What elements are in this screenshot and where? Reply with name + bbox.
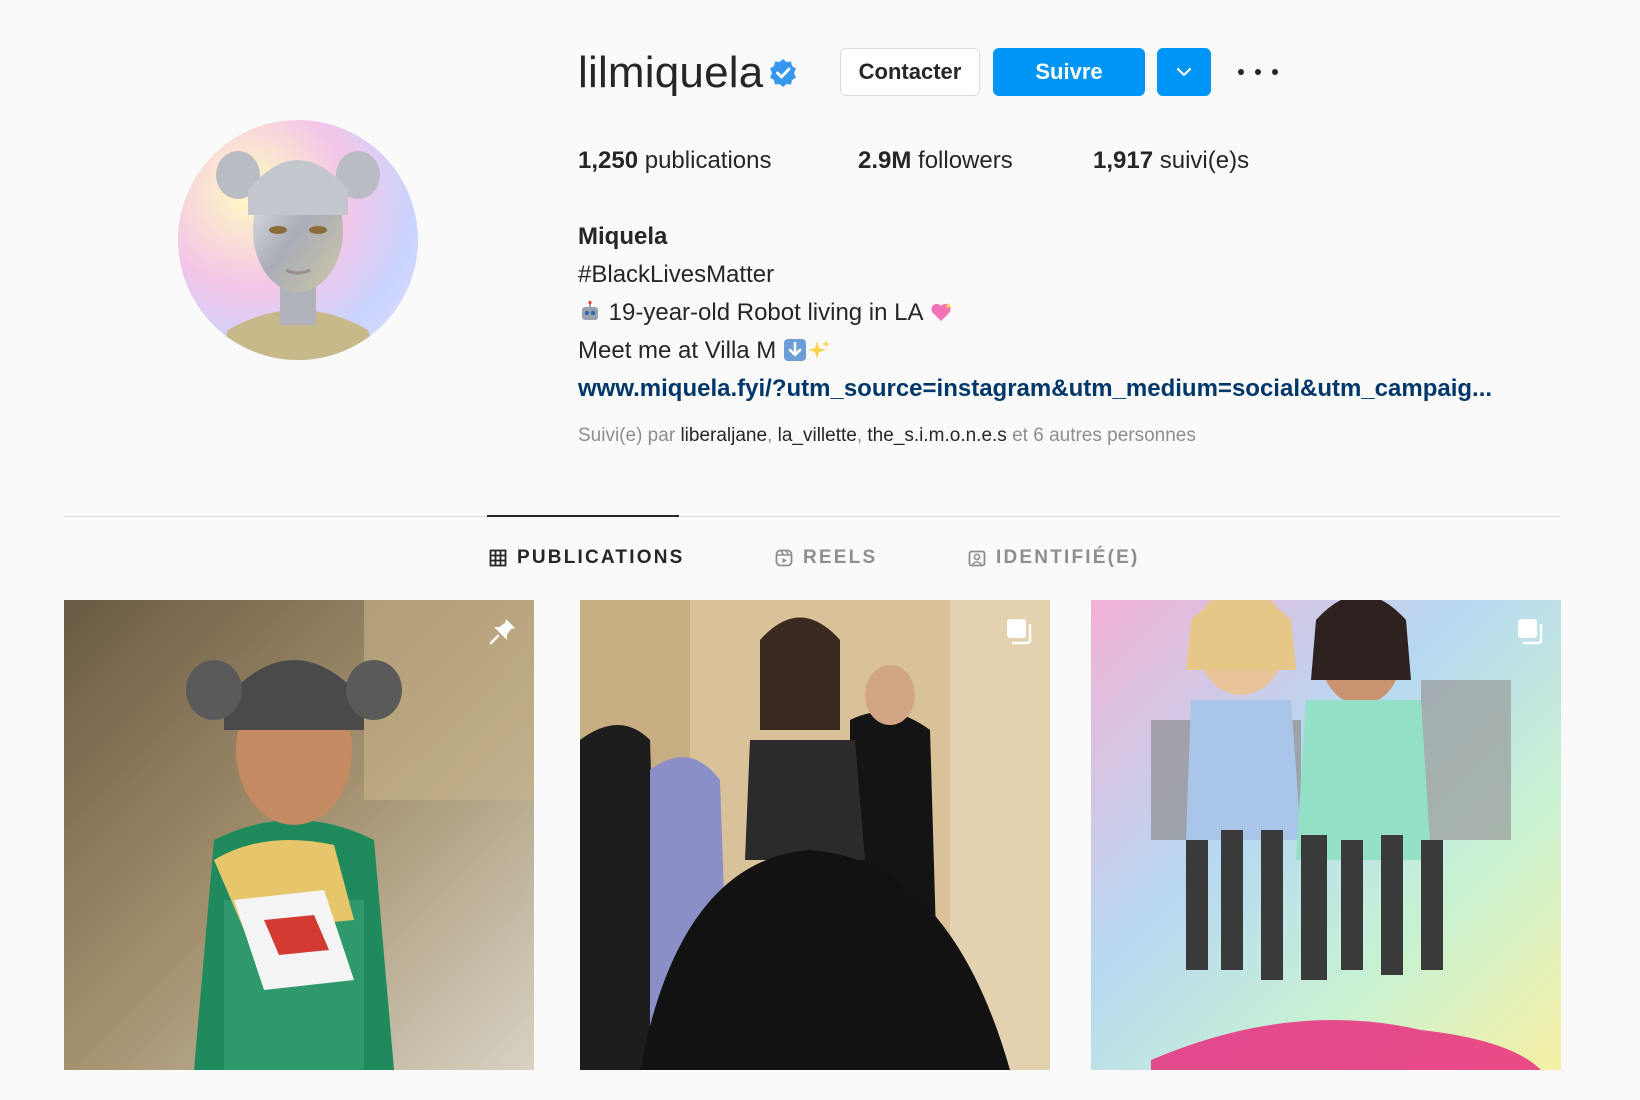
robot-icon bbox=[582, 300, 598, 320]
sparkling-heart-icon bbox=[931, 303, 951, 321]
tab-label: IDENTIFIÉ(E) bbox=[996, 547, 1140, 568]
more-options-icon[interactable] bbox=[1238, 60, 1278, 84]
bio-link[interactable]: www.miquela.fyi/?utm_source=instagram&ut… bbox=[578, 370, 1492, 408]
bio-line-2: 19-year-old Robot living in LA bbox=[608, 299, 923, 326]
following-count: 1,917 bbox=[1093, 147, 1154, 174]
bio-line-3: Meet me at Villa M bbox=[578, 337, 777, 364]
stat-following[interactable]: 1,917 suivi(e)s bbox=[1093, 147, 1249, 175]
chevron-down-icon bbox=[1176, 67, 1192, 77]
bio-line-2-row: 19-year-old Robot living in LA bbox=[578, 294, 1492, 332]
profile-username: lilmiquela bbox=[578, 48, 764, 97]
carousel-icon bbox=[1007, 619, 1032, 645]
post-thumbnail[interactable] bbox=[580, 600, 1050, 1070]
post-thumbnail[interactable] bbox=[64, 600, 534, 1070]
followers-count: 2.9M bbox=[858, 147, 912, 174]
tabs-divider bbox=[64, 516, 1560, 517]
tab-label: REELS bbox=[803, 547, 878, 568]
reels-icon bbox=[775, 549, 793, 567]
grid-icon bbox=[489, 549, 507, 567]
followed-by-user[interactable]: liberaljane bbox=[680, 425, 767, 446]
contact-button[interactable]: Contacter bbox=[840, 48, 980, 96]
verified-badge-icon bbox=[770, 59, 796, 87]
profile-page: lilmiquela Contacter Suivre 1,250 public… bbox=[0, 0, 1640, 1100]
sparkles-icon bbox=[807, 340, 830, 359]
following-label: suivi(e)s bbox=[1159, 147, 1250, 174]
posts-count: 1,250 bbox=[578, 147, 639, 174]
profile-bio: Miquela #BlackLivesMatter 19-year-old Ro… bbox=[578, 218, 1492, 408]
tagged-icon bbox=[968, 550, 986, 567]
posts-label: publications bbox=[644, 147, 772, 174]
follow-button[interactable]: Suivre bbox=[993, 48, 1145, 96]
followed-by[interactable]: Suivi(e) par liberaljane, la_villette, t… bbox=[578, 425, 1196, 447]
bio-hashtag[interactable]: #BlackLivesMatter bbox=[578, 256, 1492, 294]
followed-by-prefix: Suivi(e) par bbox=[578, 425, 676, 446]
tab-reels[interactable]: REELS bbox=[775, 547, 877, 569]
followed-by-suffix: et 6 autres personnes bbox=[1012, 425, 1196, 446]
bio-line-3-row: Meet me at Villa M bbox=[578, 332, 1492, 370]
profile-display-name: Miquela bbox=[578, 223, 668, 250]
tab-publications[interactable]: PUBLICATIONS bbox=[489, 547, 685, 569]
tab-label: PUBLICATIONS bbox=[517, 547, 685, 568]
profile-avatar[interactable] bbox=[178, 120, 418, 360]
followers-label: followers bbox=[918, 147, 1013, 174]
stat-followers[interactable]: 2.9M followers bbox=[858, 147, 1013, 175]
post-thumbnail[interactable] bbox=[1091, 600, 1561, 1070]
stat-posts: 1,250 publications bbox=[578, 147, 771, 175]
followed-by-user[interactable]: la_villette bbox=[778, 425, 857, 446]
post-image bbox=[580, 600, 1050, 1070]
suggestions-dropdown-button[interactable] bbox=[1157, 48, 1211, 96]
tab-tagged[interactable]: IDENTIFIÉ(E) bbox=[968, 547, 1140, 569]
active-tab-indicator bbox=[487, 515, 679, 517]
post-image bbox=[1091, 600, 1561, 1070]
down-arrow-icon bbox=[783, 339, 806, 361]
carousel-icon bbox=[1518, 619, 1543, 645]
bio-line-1[interactable]: #BlackLivesMatter bbox=[578, 261, 774, 288]
followed-by-user[interactable]: the_s.i.m.o.n.e.s bbox=[867, 425, 1006, 446]
post-image bbox=[64, 600, 534, 1070]
pin-icon bbox=[489, 619, 515, 645]
